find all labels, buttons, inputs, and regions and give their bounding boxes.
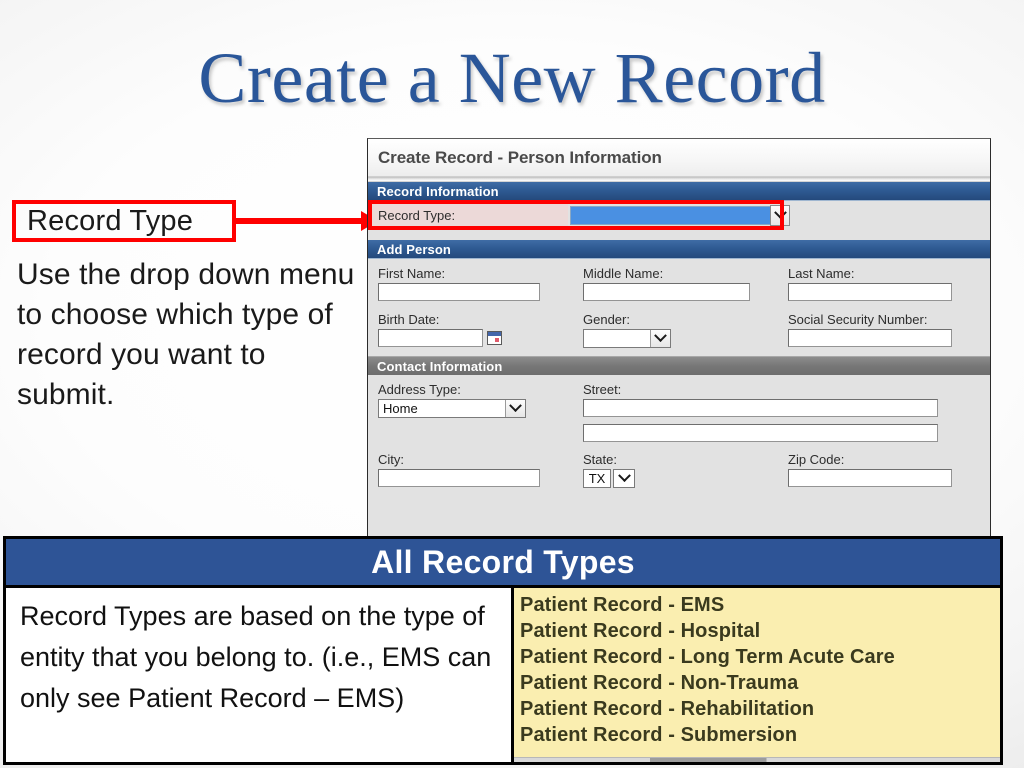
first-name-input[interactable] [378,283,540,301]
address-type-field-group: Address Type: Home [378,380,583,442]
city-input[interactable] [378,469,540,487]
state-select-value-box[interactable]: TX [583,469,611,488]
callout-arrow-shaft [236,218,362,224]
list-item[interactable]: Patient Record - Non-Trauma [520,670,1000,696]
form-titlebar: Create Record - Person Information [368,139,990,177]
middle-name-label: Middle Name: [583,266,664,281]
chevron-down-icon [654,329,667,343]
page-title: Create a New Record [198,38,826,118]
city-field-group: City: [378,450,583,488]
address-type-select[interactable]: Home [378,399,526,418]
record-types-list[interactable]: Patient Record - EMS Patient Record - Ho… [514,588,1000,762]
state-label: State: [583,452,617,467]
first-name-label: First Name: [378,266,446,281]
city-state-zip-row: City: State: TX Zip Code: [378,450,990,488]
first-name-field-group: First Name: [378,264,583,301]
record-types-description: Record Types are based on the type of en… [6,588,514,762]
state-field-group: State: TX [583,450,788,488]
all-record-types-body: Record Types are based on the type of en… [6,588,1000,762]
record-type-row-filler [790,201,990,229]
city-label: City: [378,452,404,467]
ssn-field-group: Social Security Number: [788,310,968,348]
chevron-down-icon [617,469,631,483]
list-item[interactable]: Patient Record - Rehabilitation [520,696,1000,722]
state-dropdown-button[interactable] [613,469,635,488]
form-title: Create Record - Person Information [378,147,662,167]
instruction-paragraph: Use the drop down menu to choose which t… [17,258,355,411]
street-line1-input[interactable] [583,399,938,417]
list-item[interactable]: Patient Record - Submersion [520,722,1000,748]
record-type-callout-box: Record Type [12,200,236,242]
calendar-icon[interactable] [487,331,502,345]
middle-name-field-group: Middle Name: [583,264,788,301]
contact-information-fields: Address Type: Home Street: City: State: [368,375,990,496]
address-street-row: Address Type: Home Street: [378,380,990,442]
birth-date-input[interactable] [378,329,483,347]
last-name-label: Last Name: [788,266,855,281]
record-type-row: Record Type: [368,200,990,230]
gender-label: Gender: [583,312,630,327]
birth-gender-ssn-row: Birth Date: Gender: Social Security Numb… [378,310,990,348]
birth-date-label: Birth Date: [378,312,440,327]
gender-select[interactable] [583,329,671,348]
address-type-select-value: Home [383,401,418,416]
address-type-label: Address Type: [378,382,461,397]
section-header-record-information: Record Information [368,182,990,201]
list-item[interactable]: Patient Record - Hospital [520,618,1000,644]
birth-date-field-group: Birth Date: [378,310,583,348]
record-type-label: Record Type: [378,207,456,223]
last-name-input[interactable] [788,283,952,301]
section-header-record-information-label: Record Information [377,183,499,199]
add-person-fields: First Name: Middle Name: Last Name: Birt… [368,259,990,356]
record-information-spacer [368,229,990,240]
all-record-types-banner: All Record Types [6,539,1000,588]
record-type-callout-label: Record Type [27,204,194,237]
street-label: Street: [583,382,622,397]
zip-label: Zip Code: [788,452,845,467]
street-field-group: Street: [583,380,948,442]
record-type-dropdown-button[interactable] [770,204,790,226]
all-record-types-panel: All Record Types Record Types are based … [3,536,1003,765]
chevron-down-icon [773,205,787,219]
name-row: First Name: Middle Name: Last Name: [378,264,990,301]
last-name-field-group: Last Name: [788,264,968,301]
record-type-select-field[interactable] [570,205,770,225]
zip-field-group: Zip Code: [788,450,968,488]
callout-arrow [236,211,378,231]
ssn-input[interactable] [788,329,952,347]
all-record-types-banner-title: All Record Types [371,543,635,580]
address-type-dropdown-button[interactable] [505,399,525,417]
gender-dropdown-button[interactable] [650,329,670,347]
zip-input[interactable] [788,469,952,487]
list-item[interactable]: Patient Record - Long Term Acute Care [520,644,1000,670]
list-item[interactable]: Patient Record - EMS [520,592,1000,618]
section-header-add-person: Add Person [368,240,990,259]
middle-name-input[interactable] [583,283,750,301]
ssn-label: Social Security Number: [788,312,928,327]
gender-field-group: Gender: [583,310,788,348]
chevron-down-icon [509,399,522,413]
create-record-form-window: Create Record - Person Information Recor… [367,138,991,538]
state-select-value: TX [588,471,606,486]
horizontal-scrollbar[interactable] [514,757,1000,762]
section-header-add-person-label: Add Person [377,241,451,257]
section-header-contact-information-label: Contact Information [377,358,503,374]
section-header-contact-information: Contact Information [368,356,990,375]
record-type-label-cell: Record Type: [368,202,568,228]
street-line2-input[interactable] [583,424,938,442]
